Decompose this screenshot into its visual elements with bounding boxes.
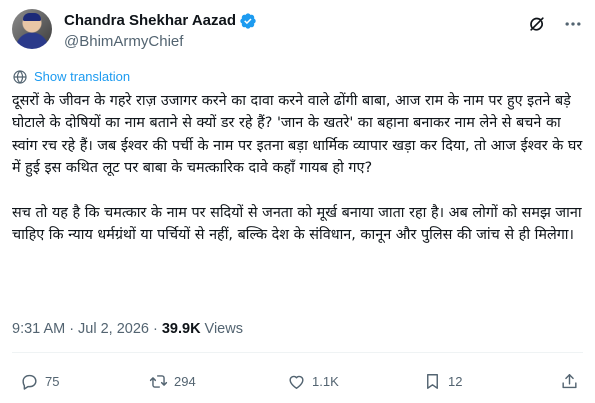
show-translation-link[interactable]: Show translation — [12, 69, 130, 85]
like-button[interactable]: 1.1K — [287, 372, 339, 391]
divider — [12, 352, 583, 353]
verified-badge-icon[interactable] — [239, 12, 257, 30]
bookmark-count: 12 — [448, 374, 463, 389]
author-handle[interactable]: @BhimArmyChief — [64, 33, 183, 51]
grok-icon[interactable] — [527, 14, 547, 34]
like-count: 1.1K — [312, 374, 339, 389]
tweet-header: Chandra Shekhar Aazad @BhimArmyChief — [12, 8, 583, 56]
tweet-paragraph: सच तो यह है कि चमत्कार के नाम पर सदियों … — [12, 205, 582, 244]
views-count[interactable]: 39.9K — [162, 320, 201, 338]
repost-count: 294 — [174, 374, 196, 389]
avatar[interactable] — [12, 9, 52, 49]
bookmark-button[interactable]: 12 — [423, 372, 462, 391]
tweet-text: दूसरों के जीवन के गहरे राज़ उजागर करने क… — [12, 90, 583, 247]
more-icon[interactable] — [563, 14, 583, 34]
share-icon — [562, 374, 577, 389]
like-icon — [289, 375, 304, 389]
header-actions — [527, 14, 583, 34]
repost-icon — [149, 375, 168, 388]
author-display-name[interactable]: Chandra Shekhar Aazad — [64, 12, 236, 30]
repost-button[interactable]: 294 — [149, 372, 196, 391]
tweet-paragraph: दूसरों के जीवन के गहरे राज़ उजागर करने क… — [12, 93, 583, 177]
reply-count: 75 — [45, 374, 60, 389]
author-name-row: Chandra Shekhar Aazad — [64, 12, 257, 30]
meta-separator: · — [153, 321, 158, 337]
tweet-meta: 9:31 AM · Jul 2, 2026 · 39.9K Views — [12, 320, 243, 338]
bookmark-icon — [427, 374, 438, 389]
share-button[interactable] — [560, 372, 579, 391]
meta-separator: · — [69, 321, 75, 337]
translate-icon — [13, 70, 27, 84]
tweet-actions: 75 294 1.1K 12 — [12, 372, 583, 394]
tweet-time[interactable]: 9:31 AM — [12, 320, 65, 338]
tweet-date[interactable]: Jul 2, 2026 — [78, 320, 149, 338]
reply-icon — [22, 374, 37, 390]
views-label: Views — [204, 321, 243, 337]
show-translation-label[interactable]: Show translation — [34, 69, 130, 85]
reply-button[interactable]: 75 — [20, 372, 59, 391]
